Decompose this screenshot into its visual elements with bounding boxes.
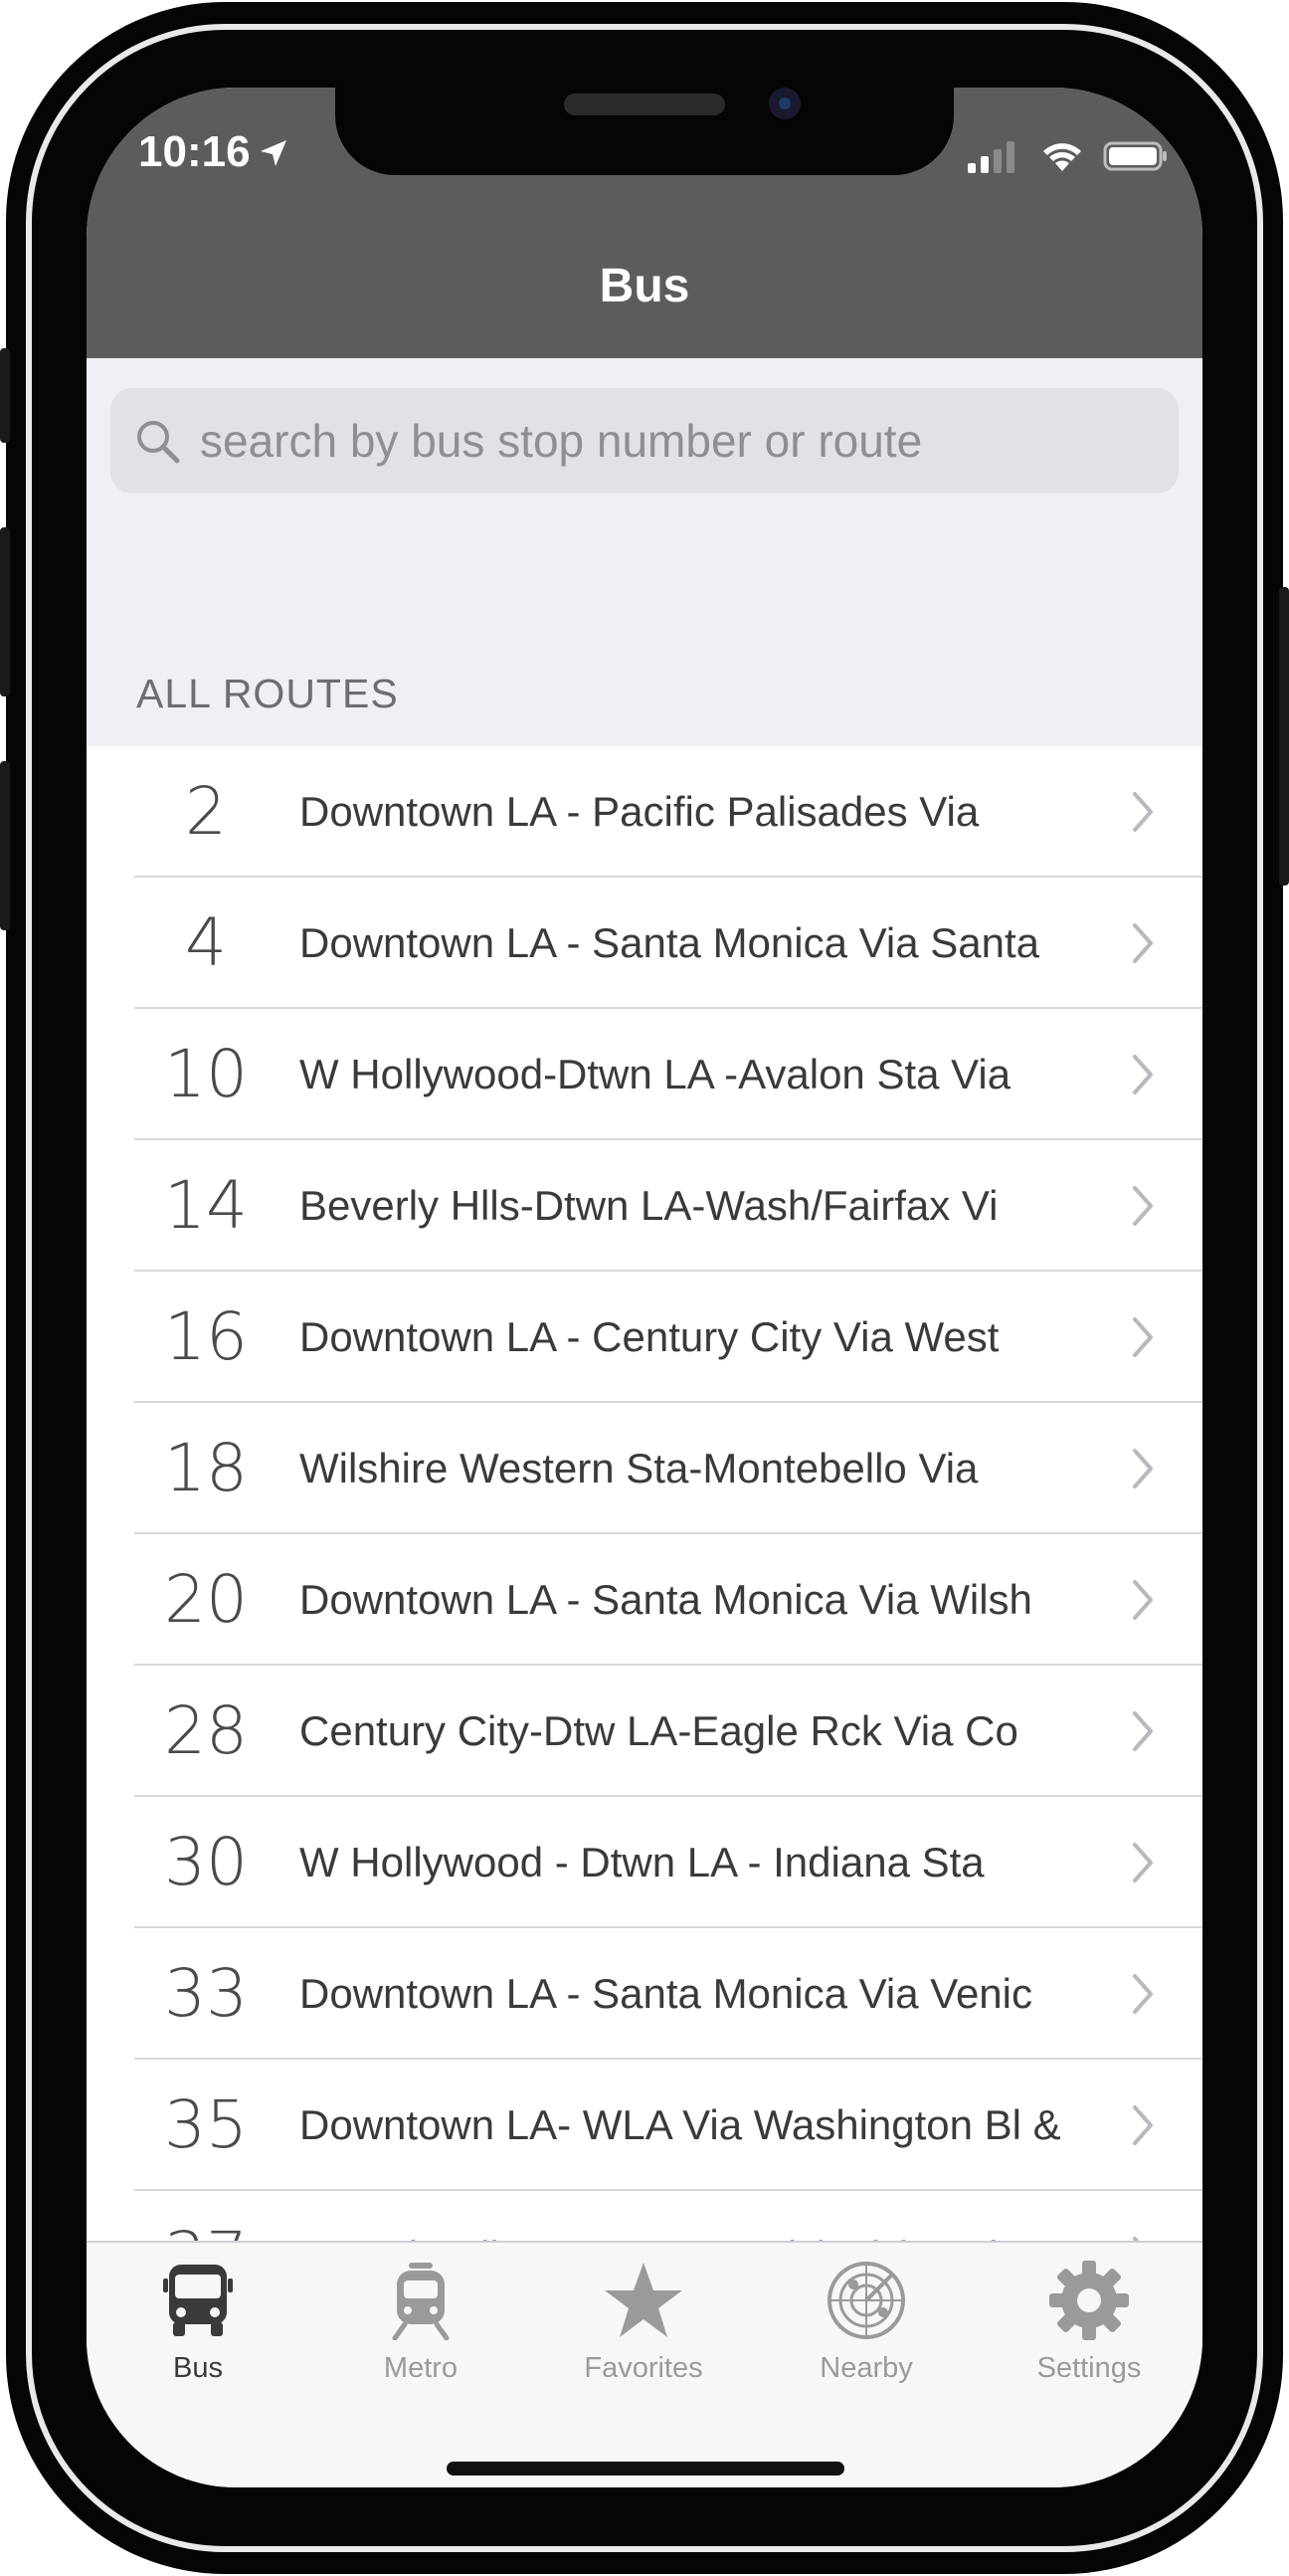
route-number: 10 <box>164 1036 248 1112</box>
route-row[interactable]: 18 Wilshire Western Sta-Montebello Via <box>87 1403 1202 1534</box>
route-number: 28 <box>164 1692 248 1769</box>
tab-bus[interactable]: Bus <box>87 2243 309 2412</box>
route-name: Downtown LA - Santa Monica Via Venic <box>299 1970 1032 2017</box>
routes-list[interactable]: 2 Downtown LA - Pacific Palisades Via 4 Do… <box>87 746 1202 2241</box>
tab-metro-label: Metro <box>383 2352 459 2384</box>
route-name: Beverly Hlls-Dtwn LA-Wash/Fairfax Vi <box>299 1182 999 1229</box>
route-number: 33 <box>164 1955 248 2032</box>
route-row[interactable]: 37 Beverly Hlls-Dtwn LA-Wash/Fairfax Vi <box>87 2191 1202 2241</box>
search-icon <box>134 418 182 471</box>
route-name: Downtown LA - Santa Monica Via Santa <box>299 919 1040 966</box>
device-notch <box>335 88 954 175</box>
route-name: Century City-Dtw LA-Eagle Rck Via Co <box>299 1707 1018 1754</box>
bus-icon <box>163 2261 233 2345</box>
chevron-right-icon <box>1131 1447 1155 1495</box>
train-icon <box>391 2261 451 2345</box>
location-arrow-icon <box>259 129 288 179</box>
route-row[interactable]: 28 Century City-Dtw LA-Eagle Rck Via Co <box>87 1666 1202 1797</box>
chevron-right-icon <box>1131 790 1155 839</box>
route-row[interactable]: 2 Downtown LA - Pacific Palisades Via <box>87 746 1202 878</box>
route-name: Downtown LA - Century City Via West <box>299 1313 1000 1360</box>
chevron-right-icon <box>1131 921 1155 970</box>
route-row[interactable]: 4 Downtown LA - Santa Monica Via Santa <box>87 878 1202 1009</box>
route-number: 4 <box>185 904 227 981</box>
star-icon <box>604 2261 683 2345</box>
route-row[interactable]: 14 Beverly Hlls-Dtwn LA-Wash/Fairfax Vi <box>87 1140 1202 1272</box>
route-name: Downtown LA - Pacific Palisades Via <box>299 788 980 835</box>
earpiece-speaker <box>564 94 725 115</box>
chevron-right-icon <box>1131 1184 1155 1233</box>
tab-nearby-label: Nearby <box>820 2352 913 2384</box>
route-row[interactable]: 20 Downtown LA - Santa Monica Via Wilsh <box>87 1534 1202 1666</box>
route-number: 37 <box>146 2191 266 2241</box>
route-number: 20 <box>164 1561 248 1638</box>
status-time-text: 10:16 <box>138 127 251 176</box>
route-row[interactable]: 33 Downtown LA - Santa Monica Via Venic <box>87 1928 1202 2060</box>
phone-screen: 10:16 Bus search by bus stop number or r… <box>87 88 1202 2487</box>
radar-icon <box>827 2261 906 2345</box>
route-number: 16 <box>164 1298 248 1375</box>
battery-icon <box>1103 139 1169 178</box>
route-name: W Hollywood-Dtwn LA -Avalon Sta Via <box>299 1051 1012 1097</box>
search-input[interactable]: search by bus stop number or route <box>200 388 922 494</box>
wifi-icon <box>1039 139 1085 178</box>
chevron-right-icon <box>1131 2103 1155 2152</box>
route-row[interactable]: 16 Downtown LA - Century City Via West <box>87 1272 1202 1403</box>
tab-nearby[interactable]: Nearby <box>755 2243 978 2412</box>
chevron-right-icon <box>1131 1972 1155 2021</box>
cellular-signal-icon <box>966 139 1021 178</box>
tab-bus-label: Bus <box>173 2352 223 2384</box>
home-indicator[interactable] <box>447 2462 844 2476</box>
tab-settings[interactable]: Settings <box>978 2243 1200 2412</box>
chevron-right-icon <box>1131 1709 1155 1758</box>
chevron-right-icon <box>1131 1578 1155 1627</box>
section-header-all-routes: ALL ROUTES <box>136 671 399 716</box>
side-button-power <box>1279 587 1289 886</box>
route-number: 35 <box>164 2086 248 2163</box>
route-name: Beverly Hlls-Dtwn LA-Wash/Fairfax Vi <box>299 2191 1155 2241</box>
route-number: 2 <box>185 773 227 850</box>
tab-favorites-label: Favorites <box>584 2352 703 2384</box>
search-bar[interactable]: search by bus stop number or route <box>110 388 1179 494</box>
tab-settings-label: Settings <box>1036 2352 1142 2384</box>
front-camera <box>769 88 801 119</box>
chevron-right-icon <box>1131 1053 1155 1101</box>
side-button-silent <box>0 348 10 443</box>
navigation-bar: 10:16 Bus <box>87 88 1202 358</box>
chevron-right-icon <box>1131 1315 1155 1364</box>
route-row[interactable]: 30 W Hollywood - Dtwn LA - Indiana Sta <box>87 1797 1202 1928</box>
route-name: Downtown LA - Santa Monica Via Wilsh <box>299 1576 1032 1623</box>
side-button-volume-down <box>0 761 10 930</box>
side-button-volume-up <box>0 527 10 696</box>
route-name: Downtown LA- WLA Via Washington Bl & <box>299 2101 1061 2148</box>
route-number: 14 <box>164 1167 248 1244</box>
tab-metro[interactable]: Metro <box>309 2243 532 2412</box>
route-row[interactable]: 10 W Hollywood-Dtwn LA -Avalon Sta Via <box>87 1009 1202 1140</box>
chevron-right-icon <box>1131 1841 1155 1889</box>
tab-favorites[interactable]: Favorites <box>532 2243 755 2412</box>
status-bar-time: 10:16 <box>138 127 288 179</box>
gear-icon <box>1049 2261 1129 2345</box>
tab-bar: Bus Metro Favorites Nearby Settings <box>87 2241 1202 2487</box>
route-row[interactable]: 35 Downtown LA- WLA Via Washington Bl & <box>87 2060 1202 2191</box>
route-name: W Hollywood - Dtwn LA - Indiana Sta <box>299 1839 985 1885</box>
page-title: Bus <box>599 260 690 312</box>
status-bar-icons <box>966 139 1169 178</box>
route-number: 18 <box>164 1430 248 1506</box>
route-name: Wilshire Western Sta-Montebello Via <box>299 1445 979 1491</box>
route-number: 30 <box>164 1824 248 1900</box>
